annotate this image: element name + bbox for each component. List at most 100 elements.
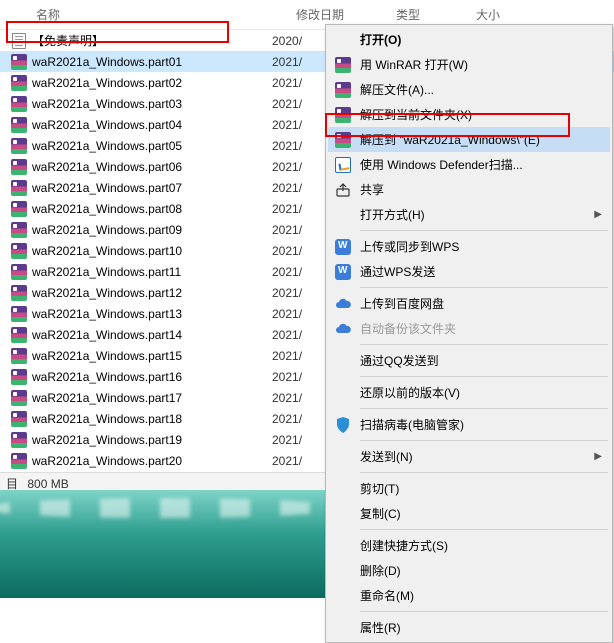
blank-icon [332,384,354,402]
menu-item-label: 还原以前的版本(V) [360,384,602,401]
menu-item[interactable]: 上传到百度网盘 [328,291,610,316]
menu-separator [360,472,608,473]
menu-item-label: 创建快捷方式(S) [360,537,602,554]
rar-file-icon [10,137,28,155]
menu-separator [360,230,608,231]
menu-item-label: 重命名(M) [360,587,602,604]
menu-item-label: 通过QQ发送到 [360,352,602,369]
menu-item-label: 扫描病毒(电脑管家) [360,416,602,433]
file-name: waR2021a_Windows.part04 [32,118,272,132]
menu-item-label: 用 WinRAR 打开(W) [360,56,602,73]
blank-icon [332,505,354,523]
menu-item[interactable]: 删除(D) [328,558,610,583]
rar-file-icon [10,326,28,344]
menu-item[interactable]: 复制(C) [328,501,610,526]
menu-item-label: 解压文件(A)... [360,81,602,98]
status-label: 目 [6,477,18,491]
rar-file-icon [10,431,28,449]
menu-item-label: 自动备份该文件夹 [360,320,602,337]
menu-item-label: 上传到百度网盘 [360,295,602,312]
text-file-icon [10,32,28,50]
menu-item-label: 复制(C) [360,505,602,522]
cloud-icon [332,295,354,313]
file-name: waR2021a_Windows.part15 [32,349,272,363]
menu-item[interactable]: 打开方式(H)▶ [328,202,610,227]
rar-file-icon [10,158,28,176]
file-name: waR2021a_Windows.part07 [32,181,272,195]
file-name: waR2021a_Windows.part19 [32,433,272,447]
rar-file-icon [10,284,28,302]
header-size[interactable]: 大小 [468,4,548,25]
menu-item[interactable]: 共享 [328,177,610,202]
file-name: waR2021a_Windows.part16 [32,370,272,384]
rar-file-icon [10,263,28,281]
menu-item-label: 共享 [360,181,602,198]
header-date[interactable]: 修改日期 [288,4,388,25]
file-name: waR2021a_Windows.part01 [32,55,272,69]
menu-item-label: 发送到(N) [360,448,594,465]
menu-item[interactable]: 发送到(N)▶ [328,444,610,469]
menu-item[interactable]: 通过WPS发送 [328,259,610,284]
menu-separator [360,408,608,409]
menu-item-label: 上传或同步到WPS [360,238,602,255]
menu-item[interactable]: 还原以前的版本(V) [328,380,610,405]
rar-file-icon [10,221,28,239]
blank-icon [332,480,354,498]
menu-separator [360,529,608,530]
menu-item-label: 打开方式(H) [360,206,594,223]
file-name: waR2021a_Windows.part03 [32,97,272,111]
file-name: waR2021a_Windows.part08 [32,202,272,216]
menu-item[interactable]: 属性(R) [328,615,610,640]
file-name: waR2021a_Windows.part18 [32,412,272,426]
header-type[interactable]: 类型 [388,4,468,25]
blank-icon [332,619,354,637]
wps-icon [332,238,354,256]
file-name: waR2021a_Windows.part09 [32,223,272,237]
status-size: 800 MB [27,477,68,491]
menu-item: 自动备份该文件夹 [328,316,610,341]
rar-file-icon [10,368,28,386]
blank-icon [332,562,354,580]
menu-item[interactable]: 扫描病毒(电脑管家) [328,412,610,437]
blank-icon [332,352,354,370]
cloud-icon [332,320,354,338]
file-name: 【免责声明】 [32,32,272,49]
submenu-arrow-icon: ▶ [594,209,602,220]
menu-item[interactable]: 重命名(M) [328,583,610,608]
blank-icon [332,587,354,605]
context-menu: 打开(O) 用 WinRAR 打开(W) 解压文件(A)... 解压到当前文件夹(X)… [325,24,613,643]
file-name: waR2021a_Windows.part20 [32,454,272,468]
menu-separator [360,344,608,345]
menu-item[interactable]: 用 WinRAR 打开(W) [328,52,610,77]
menu-item[interactable]: 上传或同步到WPS [328,234,610,259]
rar-file-icon [10,410,28,428]
blank-icon [332,448,354,466]
menu-item-label: 属性(R) [360,619,602,636]
menu-item[interactable]: 打开(O) [328,27,610,52]
rar-file-icon [10,74,28,92]
menu-separator [360,440,608,441]
menu-item[interactable]: 解压文件(A)... [328,77,610,102]
menu-item-label: 打开(O) [360,31,602,48]
rar-file-icon [10,452,28,470]
rar-file-icon [10,53,28,71]
menu-item[interactable]: 解压到 "waR2021a_Windows\"(E) [328,127,610,152]
menu-item[interactable]: 创建快捷方式(S) [328,533,610,558]
rar-file-icon [10,179,28,197]
file-name: waR2021a_Windows.part12 [32,286,272,300]
rar-icon [332,131,354,149]
menu-item[interactable]: 通过QQ发送到 [328,348,610,373]
blank-icon [332,537,354,555]
file-name: waR2021a_Windows.part11 [32,265,272,279]
file-name: waR2021a_Windows.part13 [32,307,272,321]
menu-separator [360,287,608,288]
rar-file-icon [10,242,28,260]
menu-item[interactable]: 使用 Windows Defender扫描... [328,152,610,177]
wps-icon [332,263,354,281]
rar-file-icon [10,347,28,365]
menu-item[interactable]: 解压到当前文件夹(X) [328,102,610,127]
blank-icon [332,31,354,49]
menu-item[interactable]: 剪切(T) [328,476,610,501]
file-name: waR2021a_Windows.part05 [32,139,272,153]
header-name[interactable]: 名称 [28,4,288,25]
